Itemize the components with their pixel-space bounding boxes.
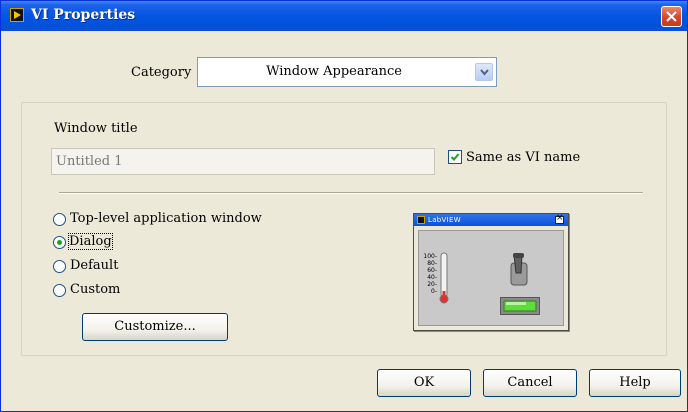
radio-label-default[interactable]: Default <box>70 258 118 273</box>
thermometer-icon <box>439 252 449 304</box>
category-label: Category <box>131 65 192 80</box>
led-indicator-icon <box>500 297 540 315</box>
radio-label-dialog[interactable]: Dialog <box>68 233 113 250</box>
preview-close-icon <box>555 213 564 224</box>
preview-app-icon <box>417 216 425 224</box>
radio-default[interactable] <box>53 260 66 273</box>
checkmark-icon <box>450 153 460 161</box>
radio-label-custom[interactable]: Custom <box>70 282 120 297</box>
window-title: VI Properties <box>31 7 136 23</box>
preview-front-panel: 100- 80- 60- 40- 20- 0- <box>418 230 564 326</box>
category-selected-value: Window Appearance <box>266 64 402 79</box>
radio-custom[interactable] <box>53 284 66 297</box>
same-as-vi-name-checkbox[interactable] <box>448 150 462 164</box>
thermometer-scale-0: 0- <box>431 288 437 295</box>
vi-properties-dialog: VI Properties Category Window Appearance… <box>0 0 688 412</box>
cancel-button-label: Cancel <box>507 375 553 390</box>
chevron-down-icon <box>480 69 489 76</box>
title-bar[interactable]: VI Properties <box>1 1 687 31</box>
same-as-vi-name-label[interactable]: Same as VI name <box>466 150 580 165</box>
close-button[interactable] <box>661 6 682 27</box>
window-title-label: Window title <box>54 121 138 136</box>
thermometer-scale-60: 60- <box>427 267 437 274</box>
window-title-value: Untitled 1 <box>56 154 123 169</box>
radio-label-top-level[interactable]: Top-level application window <box>70 211 262 226</box>
category-select[interactable]: Window Appearance <box>197 57 497 87</box>
thermometer-scale-80: 80- <box>427 260 437 267</box>
ok-button[interactable]: OK <box>377 369 471 397</box>
toggle-switch-icon <box>510 253 528 286</box>
window-appearance-preview: LabVIEW 100- 80- 60- 40- 20- 0- <box>413 213 569 331</box>
thermometer-scale-20: 20- <box>427 281 437 288</box>
thermometer-scale-100: 100- <box>423 253 437 260</box>
cancel-button[interactable]: Cancel <box>483 369 577 397</box>
close-icon <box>666 11 677 22</box>
dropdown-arrow-button[interactable] <box>475 63 493 81</box>
customize-button-label: Customize... <box>114 319 196 334</box>
radio-dialog[interactable] <box>53 236 66 249</box>
preview-title: LabVIEW <box>428 216 461 224</box>
labview-app-icon <box>10 8 24 22</box>
window-title-input[interactable]: Untitled 1 <box>51 148 435 175</box>
section-divider <box>59 192 643 194</box>
radio-top-level-application-window[interactable] <box>53 213 66 226</box>
help-button-label: Help <box>619 375 651 390</box>
thermometer-scale-40: 40- <box>427 274 437 281</box>
preview-title-bar: LabVIEW <box>414 213 568 226</box>
customize-button[interactable]: Customize... <box>82 313 228 341</box>
help-button[interactable]: Help <box>589 369 681 397</box>
ok-button-label: OK <box>413 375 435 390</box>
